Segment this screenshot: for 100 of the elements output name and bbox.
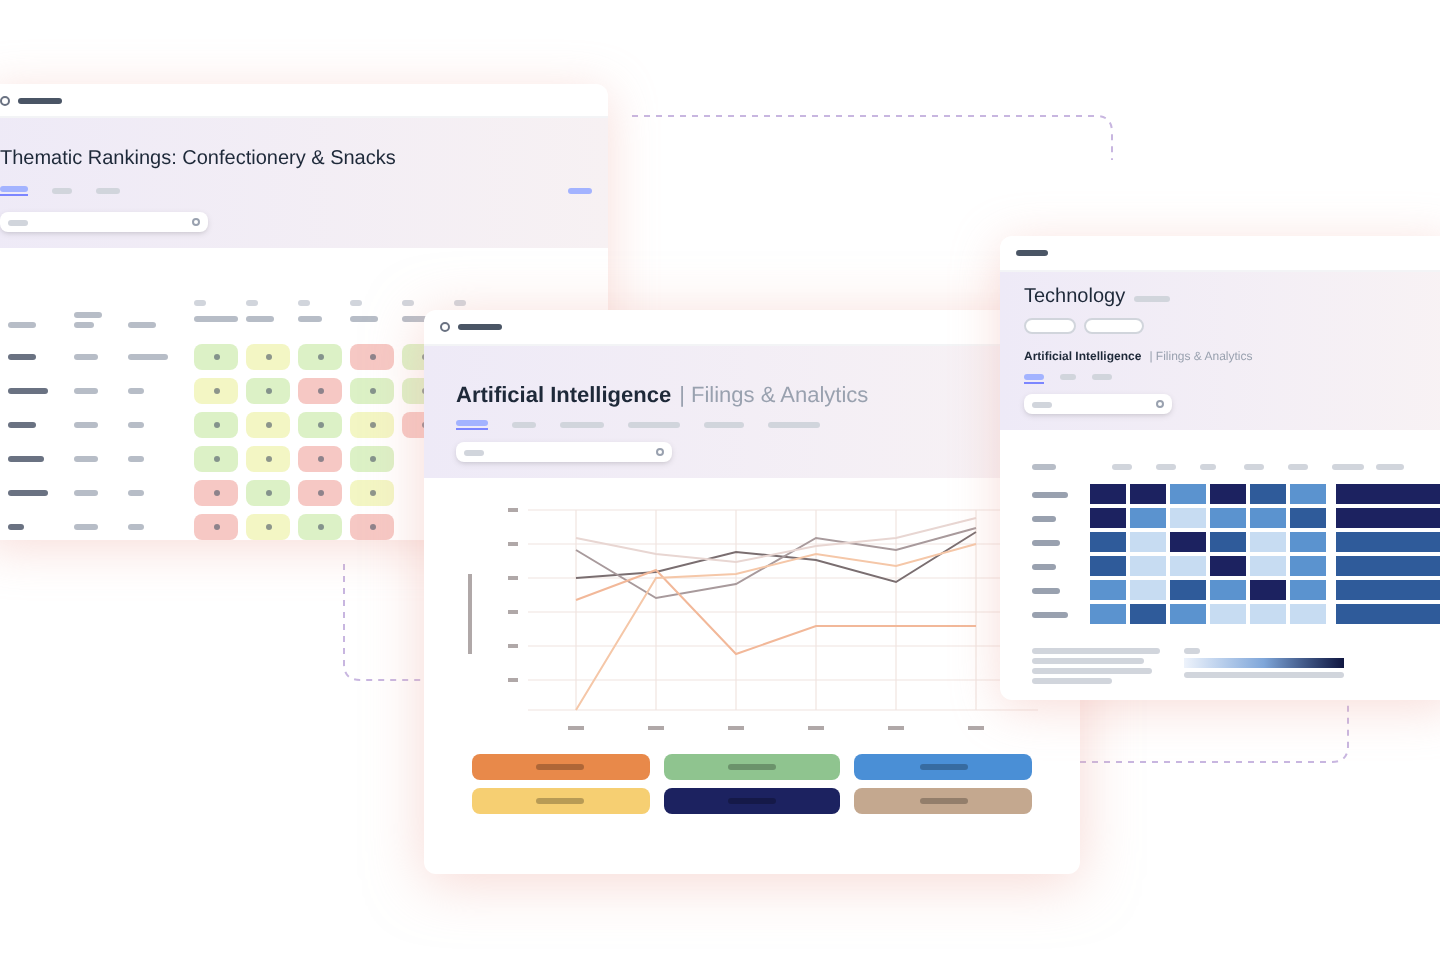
illegible-text [1016,250,1048,256]
illegible-text [265,524,271,530]
page-title: Artificial Intelligence [456,386,672,408]
illegible-text [194,300,206,306]
illegible-text [8,524,24,530]
illegible-text [265,490,271,496]
illegible-text [402,300,414,306]
illegible-text [317,524,323,530]
illegible-text [1184,648,1200,654]
search-icon [192,218,200,226]
search-field[interactable] [456,442,672,462]
illegible-text [246,300,258,306]
search-icon [1156,400,1164,408]
illegible-text [369,524,375,530]
illegible-text [1032,648,1160,654]
illegible-text [727,764,776,770]
illegible-text [1244,463,1264,469]
illegible-text [246,316,274,322]
illegible-text [74,422,98,428]
illegible-text [8,490,48,496]
search-icon [656,448,664,456]
search-field[interactable] [0,212,208,232]
illegible-text [1376,463,1404,469]
illegible-text [18,97,62,103]
illegible-text [213,490,219,496]
illegible-text [369,456,375,462]
illegible-text [317,490,323,496]
tab[interactable] [456,420,488,430]
illegible-text [128,388,144,394]
illegible-text [128,422,144,428]
illegible-text [74,524,98,530]
illegible-text [74,354,98,360]
illegible-text [369,422,375,428]
illegible-text [213,524,219,530]
illegible-text [369,388,375,394]
illegible-text [128,322,156,328]
illegible-text [317,422,323,428]
illegible-text [464,449,484,455]
illegible-text [317,354,323,360]
illegible-text [74,456,98,462]
illegible-text [265,388,271,394]
illegible-text [213,354,219,360]
illegible-text [8,219,28,225]
illegible-text [265,354,271,360]
illegible-text [1032,678,1112,684]
tab[interactable] [0,186,28,196]
illegible-text [454,300,466,306]
illegible-text [128,354,168,360]
illegible-text [74,388,98,394]
illegible-text [298,316,322,322]
illegible-text [536,798,585,804]
illegible-text [8,354,36,360]
logo-icon [0,95,10,105]
illegible-text [8,422,36,428]
page-subtitle: | Filings & Analytics [679,386,869,408]
illegible-text [1032,563,1056,569]
illegible-text [213,388,219,394]
illegible-text [8,388,48,394]
illegible-text [213,456,219,462]
illegible-text [1032,587,1060,593]
illegible-text [1032,539,1060,545]
illegible-text [1133,295,1170,301]
illegible-text [1032,515,1056,521]
illegible-text [1032,668,1152,674]
illegible-text [350,300,362,306]
illegible-text [919,764,968,770]
illegible-text [74,490,98,496]
page-title: Thematic Rankings: Confectionery & Snacks [0,150,398,170]
illegible-text [369,490,375,496]
illegible-text [1032,401,1052,407]
legend-button[interactable] [663,788,841,814]
search-field[interactable] [1024,394,1172,414]
dashed-connector [343,563,425,681]
illegible-text [8,322,36,328]
tab[interactable] [1024,374,1044,384]
illegible-text [628,422,680,428]
illegible-text [317,456,323,462]
illegible-text [536,764,585,770]
illegible-text [128,490,144,496]
illegible-text [1332,463,1364,469]
filter-chip[interactable] [1084,318,1144,334]
illegible-text [1032,463,1056,469]
illegible-text [1032,611,1068,617]
illegible-text [768,422,820,428]
illegible-text [213,422,219,428]
filter-chip[interactable] [1024,318,1076,334]
logo-icon [440,322,450,332]
illegible-text [298,300,310,306]
illegible-text [74,322,94,328]
illegible-text [0,186,28,192]
illegible-text [1112,463,1132,469]
illegible-text [8,456,44,462]
illegible-text [568,188,592,194]
illegible-text [704,422,744,428]
illegible-text [919,798,968,804]
illegible-text [128,456,144,462]
illegible-text [265,456,271,462]
illegible-text [1032,491,1068,497]
illegible-text [1032,658,1144,664]
illegible-text [265,422,271,428]
